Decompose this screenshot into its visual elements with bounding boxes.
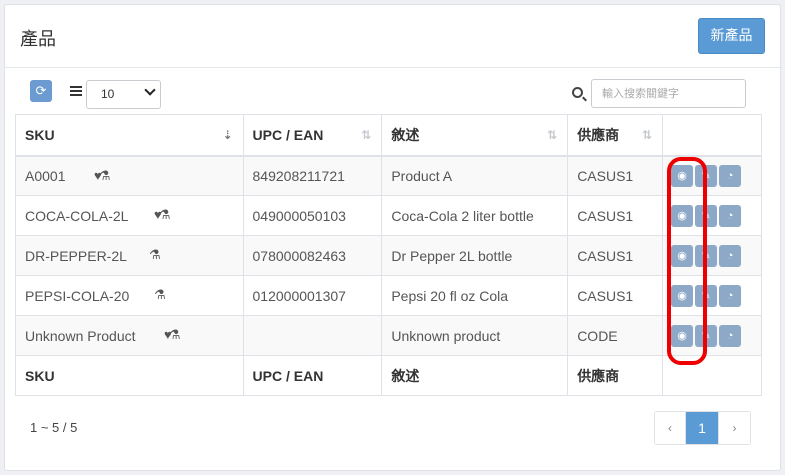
description-cell: Unknown product (381, 315, 569, 356)
column-header-description[interactable]: 敘述 ⇅ (381, 114, 569, 157)
page-size-select[interactable]: 10 (86, 80, 161, 109)
status-badges-icon: ♥⚗ (154, 207, 170, 222)
description-cell: Product A (381, 155, 569, 196)
page-size-value: 10 (101, 87, 115, 101)
eye-icon[interactable]: ◉ (671, 164, 694, 187)
footer-header-sku: SKU (15, 355, 244, 396)
chevron-down-icon (144, 84, 156, 96)
prev-page-button[interactable]: ‹ (655, 412, 686, 444)
sku-cell: PEPSI-COLA-20 (25, 287, 130, 304)
column-header-actions (662, 114, 762, 157)
upc-cell: 078000082463 (242, 235, 383, 276)
eye-icon[interactable]: ◉ (671, 324, 694, 347)
table-row: COCA-COLA-2L ♥⚗ 049000050103 Coca-Cola 2 … (15, 195, 762, 236)
pie-chart-icon[interactable]: ◔ (719, 284, 742, 307)
edit-icon[interactable]: ✎ (695, 164, 718, 187)
sku-cell: A0001 (25, 167, 66, 184)
new-product-button[interactable]: 新產品 (698, 18, 765, 54)
actions-cell: ◉ ✎ ◔ (662, 235, 762, 276)
pie-chart-icon[interactable]: ◔ (719, 324, 742, 347)
search-icon (572, 87, 583, 98)
description-cell: Dr Pepper 2L bottle (381, 235, 569, 276)
description-cell: Pepsi 20 fl oz Cola (381, 275, 569, 316)
upc-cell (242, 315, 383, 356)
table-row: PEPSI-COLA-20 ⚗ 012000001307 Pepsi 20 fl … (15, 275, 762, 316)
supplier-cell: CASUS1 (567, 155, 664, 196)
supplier-cell: CASUS1 (567, 275, 664, 316)
actions-cell: ◉ ✎ ◔ (662, 275, 762, 316)
footer-header-description: 敘述 (381, 355, 569, 396)
edit-icon[interactable]: ✎ (695, 244, 718, 267)
eye-icon[interactable]: ◉ (671, 204, 694, 227)
actions-cell: ◉ ✎ ◔ (662, 315, 762, 356)
search-input[interactable] (591, 79, 746, 108)
sort-desc-icon: ⇣ (222, 128, 233, 142)
edit-icon[interactable]: ✎ (695, 204, 718, 227)
pie-chart-icon[interactable]: ◔ (719, 204, 742, 227)
pagination: ‹ 1 › (654, 411, 751, 445)
upc-cell: 849208211721 (242, 155, 383, 196)
sort-icon: ⇅ (361, 128, 372, 142)
column-header-upc[interactable]: UPC / EAN ⇅ (242, 114, 383, 157)
footer-header-supplier: 供應商 (567, 355, 664, 396)
panel-header: 產品 新產品 (5, 5, 780, 68)
sort-icon: ⇅ (641, 128, 653, 142)
sku-cell: Unknown Product (25, 327, 136, 344)
refresh-icon: ⟳ (35, 83, 47, 98)
table-row: DR-PEPPER-2L ⚗ 078000082463 Dr Pepper 2L … (15, 235, 762, 276)
supplier-cell: CASUS1 (567, 235, 664, 276)
pie-chart-icon[interactable]: ◔ (719, 164, 742, 187)
page-button-1[interactable]: 1 (686, 412, 719, 444)
supplier-cell: CODE (567, 315, 664, 356)
sort-icon: ⇅ (547, 128, 558, 142)
refresh-button[interactable]: ⟳ (30, 80, 52, 102)
list-icon (70, 86, 82, 96)
sku-cell: DR-PEPPER-2L (25, 247, 127, 264)
next-page-button[interactable]: › (719, 412, 750, 444)
actions-cell: ◉ ✎ ◔ (662, 195, 762, 236)
footer-header-actions (662, 355, 762, 396)
status-badges-icon: ♥⚗ (94, 167, 110, 183)
table-row: A0001 ♥⚗ 849208211721 Product A CASUS1 ◉ ✎… (15, 155, 762, 196)
page-title: 產品 (20, 29, 56, 50)
sku-cell: COCA-COLA-2L (25, 207, 129, 224)
column-header-supplier[interactable]: 供應商 ⇅ (567, 114, 664, 157)
eye-icon[interactable]: ◉ (671, 244, 694, 267)
supplier-cell: CASUS1 (567, 195, 664, 236)
status-badges-icon: ⚗ (154, 287, 166, 302)
status-badges-icon: ⚗ (149, 247, 161, 262)
table-row: Unknown Product ♥⚗ Unknown product CODE ◉… (15, 315, 762, 356)
actions-cell: ◉ ✎ ◔ (662, 155, 762, 196)
description-cell: Coca-Cola 2 liter bottle (381, 195, 569, 236)
status-badges-icon: ♥⚗ (164, 327, 180, 342)
column-header-sku[interactable]: SKU ⇣ (15, 114, 244, 157)
pie-chart-icon[interactable]: ◔ (719, 244, 742, 267)
pagination-info: 1 ~ 5 / 5 (30, 420, 78, 435)
products-table: SKU ⇣ UPC / EAN ⇅ 敘述 ⇅ 供應商 ⇅ A0001 ♥⚗ 8492082… (15, 114, 762, 396)
upc-cell: 049000050103 (242, 195, 383, 236)
footer-header-upc: UPC / EAN (242, 355, 383, 396)
eye-icon[interactable]: ◉ (671, 284, 694, 307)
upc-cell: 012000001307 (242, 275, 383, 316)
edit-icon[interactable]: ✎ (695, 284, 718, 307)
edit-icon[interactable]: ✎ (695, 324, 718, 347)
